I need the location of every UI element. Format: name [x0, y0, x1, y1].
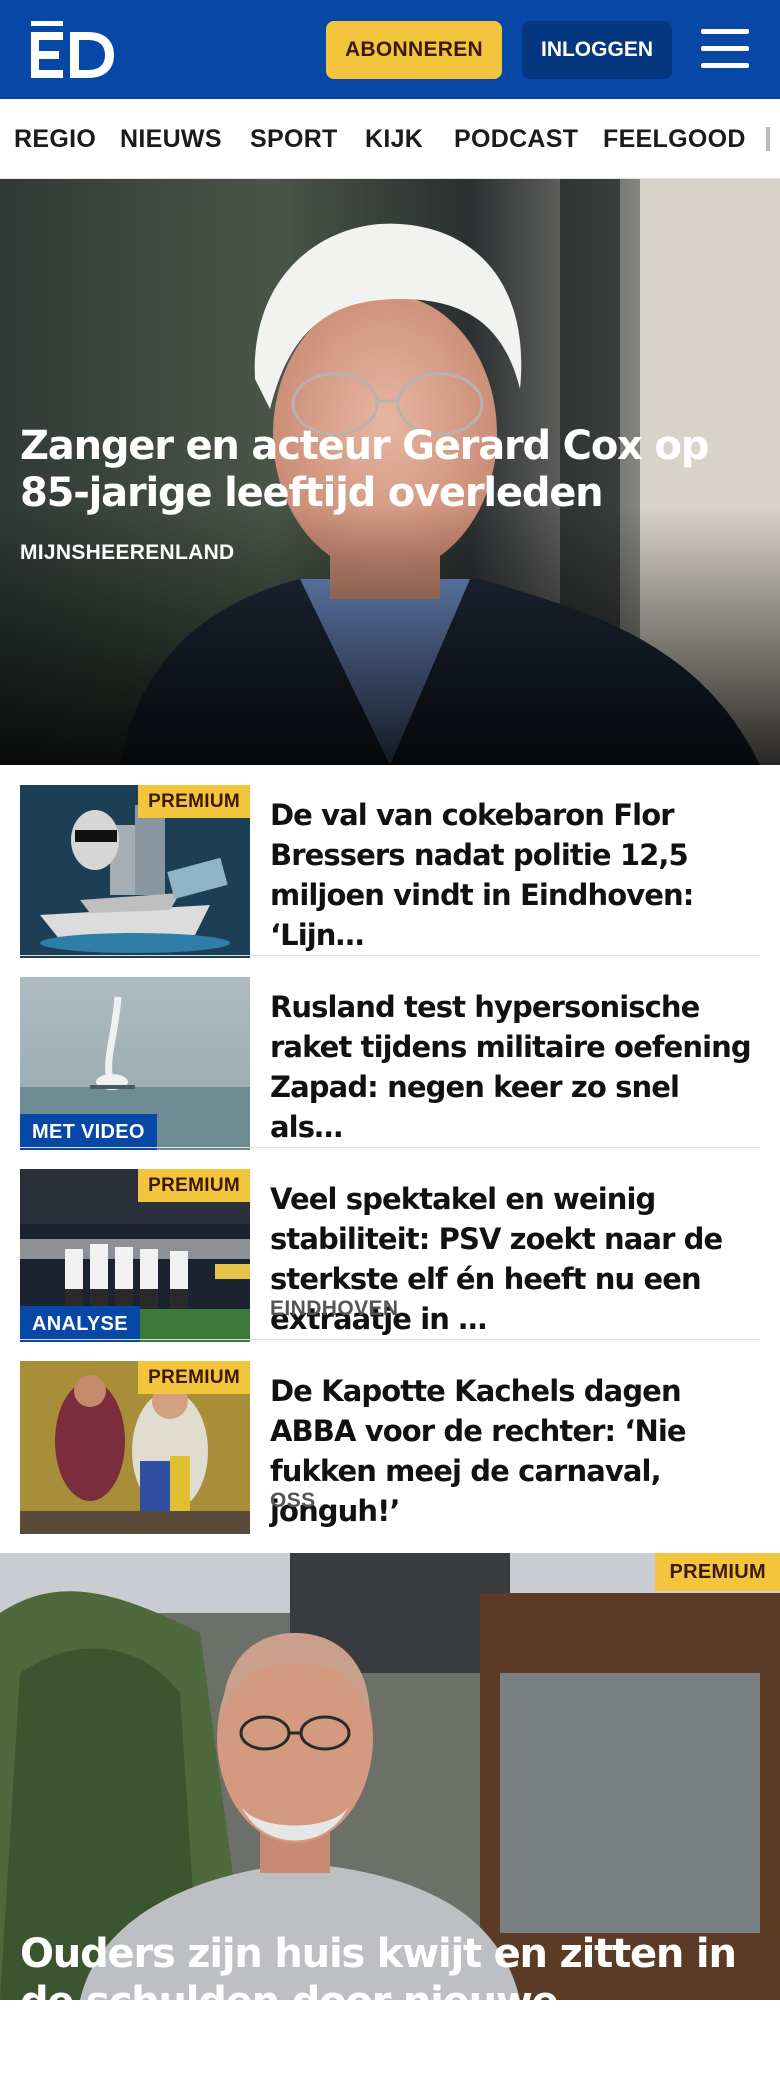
- premium-badge: PREMIUM: [655, 1553, 780, 1591]
- article-thumbnail: PREMIUM: [20, 785, 250, 958]
- nav-item-kijk[interactable]: KIJK: [365, 99, 423, 178]
- article-card[interactable]: PREMIUM De val van cokebaron Flor Bresse…: [20, 785, 760, 958]
- nav-item-nieuws[interactable]: NIEUWS: [120, 99, 222, 178]
- article-card[interactable]: PREMIUM ANALYSE Veel spektakel en weinig…: [20, 1169, 760, 1342]
- nav-item-sport[interactable]: SPORT: [250, 99, 338, 178]
- article-headline[interactable]: De Kapotte Kachels dagen ABBA voor de re…: [270, 1371, 760, 1531]
- premium-badge: PREMIUM: [138, 785, 250, 818]
- article-location: EINDHOVEN: [270, 1297, 399, 1320]
- video-label: MET VIDEO: [20, 1114, 157, 1150]
- nav-item-regio[interactable]: REGIO: [14, 99, 96, 178]
- article-card[interactable]: MET VIDEO Rusland test hypersonische rak…: [20, 977, 760, 1150]
- premium-badge: PREMIUM: [138, 1361, 250, 1394]
- article-headline[interactable]: Rusland test hypersonische raket tijdens…: [270, 987, 760, 1147]
- nav-item-feelgood[interactable]: FEELGOOD: [603, 99, 746, 178]
- hamburger-menu-icon[interactable]: [696, 26, 756, 72]
- analysis-label: ANALYSE: [20, 1306, 140, 1342]
- article-headline[interactable]: De val van cokebaron Flor Bressers nadat…: [270, 795, 760, 955]
- article-location: OSS: [270, 1489, 316, 1512]
- premium-badge: PREMIUM: [138, 1169, 250, 1202]
- section-navigation: REGIO NIEUWS SPORT KIJK PODCAST FEELGOOD: [0, 99, 780, 179]
- article-thumbnail: PREMIUM ANALYSE: [20, 1169, 250, 1342]
- top-header-bar: ABONNEREN INLOGGEN: [0, 0, 780, 99]
- featured-headline[interactable]: Ouders zijn huis kwijt en zitten in de s…: [20, 1930, 760, 2074]
- hero-headline[interactable]: Zanger en acteur Gerard Cox op 85-jarige…: [20, 423, 740, 517]
- ed-logo-icon: [31, 21, 114, 78]
- divider: [20, 955, 760, 956]
- login-button[interactable]: INLOGGEN: [522, 21, 672, 79]
- article-thumbnail: MET VIDEO: [20, 977, 250, 1150]
- subscribe-button[interactable]: ABONNEREN: [326, 21, 502, 79]
- nav-item-podcast[interactable]: PODCAST: [454, 99, 578, 178]
- article-card[interactable]: PREMIUM De Kapotte Kachels dagen ABBA vo…: [20, 1361, 760, 1534]
- nav-overflow-hint: [766, 127, 770, 151]
- divider: [20, 1339, 760, 1340]
- site-logo[interactable]: [28, 18, 116, 82]
- divider: [20, 1147, 760, 1148]
- hero-location-tag: MIJNSHEERENLAND: [20, 541, 235, 564]
- article-thumbnail: PREMIUM: [20, 1361, 250, 1534]
